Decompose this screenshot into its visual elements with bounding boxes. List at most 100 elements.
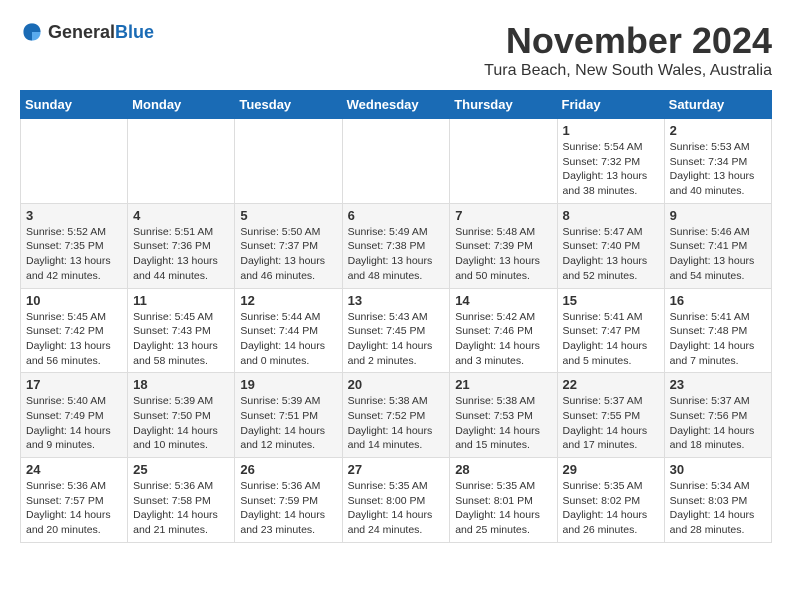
header-tuesday: Tuesday bbox=[235, 91, 342, 119]
title-area: November 2024 Tura Beach, New South Wale… bbox=[484, 20, 772, 80]
day-number: 13 bbox=[348, 293, 445, 308]
table-row bbox=[128, 119, 235, 204]
day-number: 1 bbox=[563, 123, 659, 138]
header-saturday: Saturday bbox=[664, 91, 771, 119]
cell-text: Sunrise: 5:45 AMSunset: 7:43 PMDaylight:… bbox=[133, 311, 218, 367]
cell-text: Sunrise: 5:49 AMSunset: 7:38 PMDaylight:… bbox=[348, 226, 433, 282]
cell-text: Sunrise: 5:43 AMSunset: 7:45 PMDaylight:… bbox=[348, 311, 433, 367]
table-row bbox=[21, 119, 128, 204]
calendar-week-row: 10 Sunrise: 5:45 AMSunset: 7:42 PMDaylig… bbox=[21, 288, 772, 373]
day-number: 9 bbox=[670, 208, 766, 223]
calendar-week-row: 1 Sunrise: 5:54 AMSunset: 7:32 PMDayligh… bbox=[21, 119, 772, 204]
calendar-table: Sunday Monday Tuesday Wednesday Thursday… bbox=[20, 90, 772, 543]
table-row: 9 Sunrise: 5:46 AMSunset: 7:41 PMDayligh… bbox=[664, 203, 771, 288]
header: GeneralBlue November 2024 Tura Beach, Ne… bbox=[20, 20, 772, 80]
day-number: 19 bbox=[240, 377, 336, 392]
cell-text: Sunrise: 5:51 AMSunset: 7:36 PMDaylight:… bbox=[133, 226, 218, 282]
day-number: 20 bbox=[348, 377, 445, 392]
day-number: 18 bbox=[133, 377, 229, 392]
table-row bbox=[342, 119, 450, 204]
cell-text: Sunrise: 5:50 AMSunset: 7:37 PMDaylight:… bbox=[240, 226, 325, 282]
day-number: 22 bbox=[563, 377, 659, 392]
cell-text: Sunrise: 5:46 AMSunset: 7:41 PMDaylight:… bbox=[670, 226, 755, 282]
table-row: 10 Sunrise: 5:45 AMSunset: 7:42 PMDaylig… bbox=[21, 288, 128, 373]
day-number: 8 bbox=[563, 208, 659, 223]
cell-text: Sunrise: 5:36 AMSunset: 7:57 PMDaylight:… bbox=[26, 480, 111, 536]
day-number: 25 bbox=[133, 462, 229, 477]
day-number: 12 bbox=[240, 293, 336, 308]
cell-text: Sunrise: 5:42 AMSunset: 7:46 PMDaylight:… bbox=[455, 311, 540, 367]
table-row: 8 Sunrise: 5:47 AMSunset: 7:40 PMDayligh… bbox=[557, 203, 664, 288]
cell-text: Sunrise: 5:47 AMSunset: 7:40 PMDaylight:… bbox=[563, 226, 648, 282]
calendar-week-row: 17 Sunrise: 5:40 AMSunset: 7:49 PMDaylig… bbox=[21, 373, 772, 458]
day-number: 29 bbox=[563, 462, 659, 477]
cell-text: Sunrise: 5:39 AMSunset: 7:51 PMDaylight:… bbox=[240, 395, 325, 451]
cell-text: Sunrise: 5:53 AMSunset: 7:34 PMDaylight:… bbox=[670, 141, 755, 197]
cell-text: Sunrise: 5:44 AMSunset: 7:44 PMDaylight:… bbox=[240, 311, 325, 367]
table-row: 1 Sunrise: 5:54 AMSunset: 7:32 PMDayligh… bbox=[557, 119, 664, 204]
day-number: 17 bbox=[26, 377, 122, 392]
day-number: 27 bbox=[348, 462, 445, 477]
cell-text: Sunrise: 5:34 AMSunset: 8:03 PMDaylight:… bbox=[670, 480, 755, 536]
table-row: 6 Sunrise: 5:49 AMSunset: 7:38 PMDayligh… bbox=[342, 203, 450, 288]
table-row bbox=[450, 119, 557, 204]
table-row: 23 Sunrise: 5:37 AMSunset: 7:56 PMDaylig… bbox=[664, 373, 771, 458]
table-row: 13 Sunrise: 5:43 AMSunset: 7:45 PMDaylig… bbox=[342, 288, 450, 373]
table-row: 15 Sunrise: 5:41 AMSunset: 7:47 PMDaylig… bbox=[557, 288, 664, 373]
day-number: 26 bbox=[240, 462, 336, 477]
day-number: 6 bbox=[348, 208, 445, 223]
day-number: 10 bbox=[26, 293, 122, 308]
table-row: 30 Sunrise: 5:34 AMSunset: 8:03 PMDaylig… bbox=[664, 458, 771, 543]
day-number: 11 bbox=[133, 293, 229, 308]
cell-text: Sunrise: 5:48 AMSunset: 7:39 PMDaylight:… bbox=[455, 226, 540, 282]
header-friday: Friday bbox=[557, 91, 664, 119]
table-row: 17 Sunrise: 5:40 AMSunset: 7:49 PMDaylig… bbox=[21, 373, 128, 458]
weekday-header-row: Sunday Monday Tuesday Wednesday Thursday… bbox=[21, 91, 772, 119]
header-thursday: Thursday bbox=[450, 91, 557, 119]
logo: GeneralBlue bbox=[20, 20, 154, 44]
day-number: 5 bbox=[240, 208, 336, 223]
day-number: 15 bbox=[563, 293, 659, 308]
table-row: 2 Sunrise: 5:53 AMSunset: 7:34 PMDayligh… bbox=[664, 119, 771, 204]
day-number: 14 bbox=[455, 293, 551, 308]
cell-text: Sunrise: 5:36 AMSunset: 7:58 PMDaylight:… bbox=[133, 480, 218, 536]
table-row: 14 Sunrise: 5:42 AMSunset: 7:46 PMDaylig… bbox=[450, 288, 557, 373]
logo-text-general: General bbox=[48, 22, 115, 42]
calendar-week-row: 3 Sunrise: 5:52 AMSunset: 7:35 PMDayligh… bbox=[21, 203, 772, 288]
day-number: 30 bbox=[670, 462, 766, 477]
table-row: 7 Sunrise: 5:48 AMSunset: 7:39 PMDayligh… bbox=[450, 203, 557, 288]
table-row: 19 Sunrise: 5:39 AMSunset: 7:51 PMDaylig… bbox=[235, 373, 342, 458]
cell-text: Sunrise: 5:39 AMSunset: 7:50 PMDaylight:… bbox=[133, 395, 218, 451]
cell-text: Sunrise: 5:36 AMSunset: 7:59 PMDaylight:… bbox=[240, 480, 325, 536]
logo-text-blue: Blue bbox=[115, 22, 154, 42]
day-number: 21 bbox=[455, 377, 551, 392]
cell-text: Sunrise: 5:52 AMSunset: 7:35 PMDaylight:… bbox=[26, 226, 111, 282]
table-row bbox=[235, 119, 342, 204]
cell-text: Sunrise: 5:54 AMSunset: 7:32 PMDaylight:… bbox=[563, 141, 648, 197]
day-number: 3 bbox=[26, 208, 122, 223]
table-row: 28 Sunrise: 5:35 AMSunset: 8:01 PMDaylig… bbox=[450, 458, 557, 543]
location-title: Tura Beach, New South Wales, Australia bbox=[484, 62, 772, 80]
table-row: 25 Sunrise: 5:36 AMSunset: 7:58 PMDaylig… bbox=[128, 458, 235, 543]
calendar-week-row: 24 Sunrise: 5:36 AMSunset: 7:57 PMDaylig… bbox=[21, 458, 772, 543]
cell-text: Sunrise: 5:45 AMSunset: 7:42 PMDaylight:… bbox=[26, 311, 111, 367]
table-row: 26 Sunrise: 5:36 AMSunset: 7:59 PMDaylig… bbox=[235, 458, 342, 543]
table-row: 18 Sunrise: 5:39 AMSunset: 7:50 PMDaylig… bbox=[128, 373, 235, 458]
cell-text: Sunrise: 5:37 AMSunset: 7:56 PMDaylight:… bbox=[670, 395, 755, 451]
day-number: 23 bbox=[670, 377, 766, 392]
table-row: 27 Sunrise: 5:35 AMSunset: 8:00 PMDaylig… bbox=[342, 458, 450, 543]
cell-text: Sunrise: 5:41 AMSunset: 7:48 PMDaylight:… bbox=[670, 311, 755, 367]
header-monday: Monday bbox=[128, 91, 235, 119]
cell-text: Sunrise: 5:40 AMSunset: 7:49 PMDaylight:… bbox=[26, 395, 111, 451]
table-row: 3 Sunrise: 5:52 AMSunset: 7:35 PMDayligh… bbox=[21, 203, 128, 288]
table-row: 12 Sunrise: 5:44 AMSunset: 7:44 PMDaylig… bbox=[235, 288, 342, 373]
table-row: 22 Sunrise: 5:37 AMSunset: 7:55 PMDaylig… bbox=[557, 373, 664, 458]
day-number: 28 bbox=[455, 462, 551, 477]
day-number: 2 bbox=[670, 123, 766, 138]
table-row: 5 Sunrise: 5:50 AMSunset: 7:37 PMDayligh… bbox=[235, 203, 342, 288]
cell-text: Sunrise: 5:35 AMSunset: 8:02 PMDaylight:… bbox=[563, 480, 648, 536]
cell-text: Sunrise: 5:38 AMSunset: 7:53 PMDaylight:… bbox=[455, 395, 540, 451]
logo-icon bbox=[20, 20, 44, 44]
header-sunday: Sunday bbox=[21, 91, 128, 119]
table-row: 16 Sunrise: 5:41 AMSunset: 7:48 PMDaylig… bbox=[664, 288, 771, 373]
